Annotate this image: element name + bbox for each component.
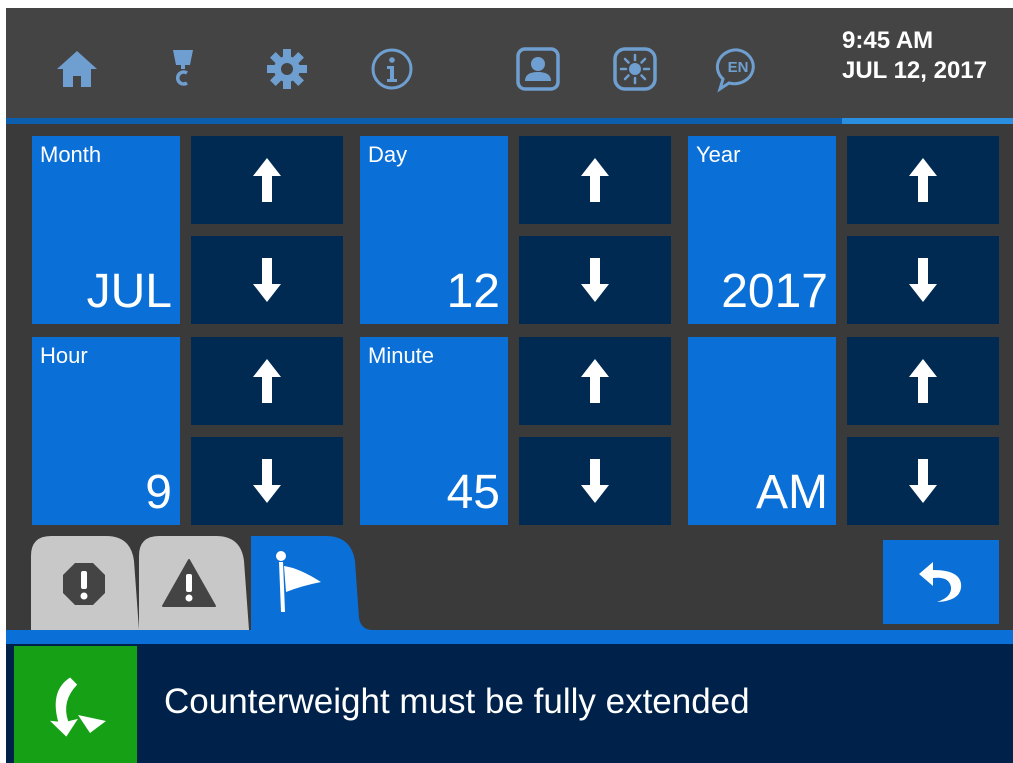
progress-remainder (842, 118, 1013, 124)
gear-icon[interactable] (263, 45, 311, 93)
home-icon[interactable] (53, 45, 101, 93)
arrow-down-icon (581, 459, 609, 503)
arrow-up-icon (581, 158, 609, 202)
month-label: Month (40, 142, 102, 167)
hour-value-tile: Hour 9 (32, 337, 180, 525)
return-arrow-icon (919, 562, 962, 602)
stop-alert-icon (63, 563, 105, 605)
message-text: Counterweight must be fully extended (164, 682, 750, 721)
day-value-tile: Day 12 (360, 136, 508, 324)
am-pm-value-tile: AM (688, 337, 836, 525)
screen: EN 9:45 AM JUL 12, 2017 Month JUL Day 12 Yea… (6, 8, 1013, 763)
arrow-up-icon (909, 359, 937, 403)
arrow-down-icon (909, 459, 937, 503)
tab-errors[interactable] (31, 536, 141, 630)
day-label: Day (368, 142, 408, 167)
day-increment-button[interactable] (519, 136, 671, 224)
month-increment-button[interactable] (191, 136, 343, 224)
brightness-icon[interactable] (611, 45, 659, 93)
clock: 9:45 AM JUL 12, 2017 (842, 26, 987, 86)
progress-fill (6, 118, 842, 124)
arrow-down-icon (581, 258, 609, 302)
tab-info-flags[interactable] (251, 536, 373, 630)
operator-profile-icon[interactable] (514, 45, 562, 93)
flag-icon (276, 551, 321, 612)
tab-warnings[interactable] (139, 536, 251, 630)
message-bar: Counterweight must be fully extended (6, 644, 1013, 763)
turn-arrow-icon (49, 677, 106, 737)
message-icon-tile (14, 646, 137, 763)
year-increment-button[interactable] (847, 136, 999, 224)
year-label: Year (696, 142, 741, 167)
arrow-up-icon (909, 158, 937, 202)
hour-value: 9 (145, 466, 172, 519)
top-bar: EN 9:45 AM JUL 12, 2017 (6, 8, 1013, 118)
hour-decrement-button[interactable] (191, 437, 343, 525)
am-pm-increment-button[interactable] (847, 337, 999, 425)
month-decrement-button[interactable] (191, 236, 343, 324)
year-decrement-button[interactable] (847, 236, 999, 324)
month-value-tile: Month JUL (32, 136, 180, 324)
minute-increment-button[interactable] (519, 337, 671, 425)
info-icon[interactable] (368, 45, 416, 93)
message-bar-accent (6, 630, 1013, 644)
warning-triangle-icon (162, 559, 216, 607)
minute-decrement-button[interactable] (519, 437, 671, 525)
current-date: JUL 12, 2017 (842, 57, 987, 84)
arrow-up-icon (253, 158, 281, 202)
crane-hook-icon[interactable] (161, 45, 209, 93)
hour-increment-button[interactable] (191, 337, 343, 425)
arrow-up-icon (253, 359, 281, 403)
am-pm-value: AM (756, 466, 828, 519)
current-time: 9:45 AM (842, 27, 934, 54)
year-value: 2017 (721, 265, 828, 318)
language-code: EN (728, 59, 749, 76)
am-pm-decrement-button[interactable] (847, 437, 999, 525)
hour-label: Hour (40, 343, 88, 368)
year-value-tile: Year 2017 (688, 136, 836, 324)
arrow-down-icon (253, 258, 281, 302)
arrow-down-icon (253, 459, 281, 503)
day-decrement-button[interactable] (519, 236, 671, 324)
minute-value-tile: Minute 45 (360, 337, 508, 525)
status-progress-bar (6, 118, 1013, 124)
month-value: JUL (86, 265, 172, 318)
back-button[interactable] (883, 540, 999, 624)
day-value: 12 (446, 265, 500, 318)
arrow-down-icon (909, 258, 937, 302)
language-icon[interactable]: EN (714, 45, 762, 93)
minute-value: 45 (446, 466, 500, 519)
minute-label: Minute (368, 343, 435, 368)
arrow-up-icon (581, 359, 609, 403)
